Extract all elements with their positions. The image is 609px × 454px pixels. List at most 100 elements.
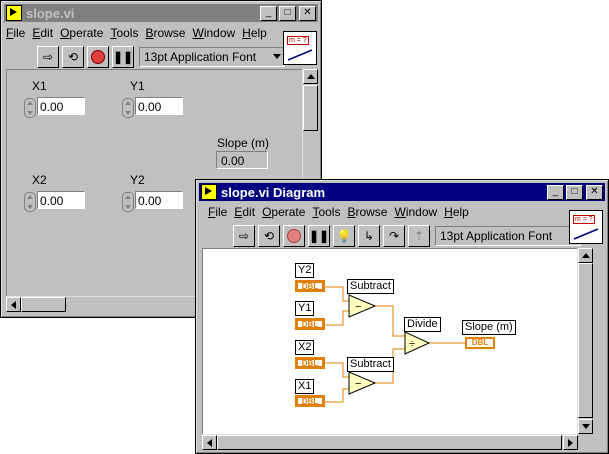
slope-terminal-label: Slope (m) (462, 320, 516, 335)
run-arrow-icon[interactable]: ⇨ (37, 46, 59, 68)
menu-tools[interactable]: Tools (312, 205, 340, 219)
diagram-toolbar: ⇨ ⟲ ❚❚ 💡 ↳ ↷ ⇡ 13pt Application Font (233, 225, 581, 247)
abort-stop-icon[interactable] (283, 225, 305, 247)
x1-input[interactable]: 0.00 (37, 97, 85, 115)
vi-icon[interactable]: m = ? (569, 210, 603, 244)
scroll-right-icon[interactable] (563, 435, 578, 450)
scroll-thumb[interactable] (217, 435, 562, 450)
divide-icon: ÷ (409, 338, 415, 350)
menu-window[interactable]: Window (394, 205, 437, 219)
y1-terminal-label: Y1 (295, 301, 315, 316)
front-panel-toolbar: ⇨ ⟲ ❚❚ 13pt Application Font (37, 46, 285, 68)
diagram-window: slope.vi Diagram _ □ ✕ File Edit Operate… (195, 179, 609, 454)
close-icon[interactable]: ✕ (586, 184, 603, 200)
font-selector[interactable]: 13pt Application Font (435, 226, 581, 246)
menu-help[interactable]: Help (242, 26, 267, 40)
vi-icon[interactable]: m = ? (283, 31, 317, 65)
scroll-thumb[interactable] (303, 85, 318, 131)
x1-terminal-label: X1 (295, 379, 315, 394)
menu-browse[interactable]: Browse (347, 205, 387, 219)
scroll-up-icon[interactable] (303, 69, 318, 84)
menu-file[interactable]: File (208, 205, 227, 219)
y2-terminal-label: Y2 (295, 263, 315, 278)
scroll-thumb[interactable] (21, 297, 66, 312)
y2-terminal[interactable]: DBL (295, 280, 325, 292)
wire-x2 (325, 362, 349, 378)
y2-input[interactable]: 0.00 (135, 191, 183, 209)
font-selector[interactable]: 13pt Application Font (139, 47, 285, 67)
subtract-node-bottom (348, 371, 377, 395)
menu-tools[interactable]: Tools (110, 26, 138, 40)
scroll-left-icon[interactable] (202, 435, 217, 450)
wire-y2 (325, 286, 349, 302)
subtract-top-label: Subtract (347, 279, 394, 294)
step-over-icon[interactable]: ↷ (383, 225, 405, 247)
slope-line-icon (287, 49, 313, 61)
step-out-icon[interactable]: ⇡ (408, 225, 430, 247)
run-continuously-icon[interactable]: ⟲ (62, 46, 84, 68)
front-panel-menubar: File Edit Operate Tools Browse Window He… (6, 24, 274, 42)
highlight-execution-icon[interactable]: 💡 (333, 225, 355, 247)
slope-terminal[interactable]: DBL (465, 337, 495, 349)
menu-help[interactable]: Help (444, 205, 469, 219)
run-continuously-icon[interactable]: ⟲ (258, 225, 280, 247)
chevron-down-icon (273, 54, 281, 59)
increment-decrement-icon[interactable] (24, 192, 36, 212)
run-arrow-icon[interactable]: ⇨ (233, 225, 255, 247)
menu-operate[interactable]: Operate (60, 26, 103, 40)
maximize-icon[interactable]: □ (279, 5, 296, 21)
x1-terminal[interactable]: DBL (295, 395, 325, 407)
diagram-canvas: − − ÷ Y2 DBL Y1 DBL X2 DBL X1 DBL Subtra… (202, 248, 578, 436)
wire-subtract-top (375, 305, 405, 337)
diagram-menubar: File Edit Operate Tools Browse Window He… (208, 203, 476, 221)
minimize-icon[interactable]: _ (547, 184, 564, 200)
wire-x1 (325, 388, 349, 403)
diagram-titlebar[interactable]: slope.vi Diagram _ □ ✕ (199, 183, 605, 201)
menu-edit[interactable]: Edit (32, 26, 53, 40)
pause-icon[interactable]: ❚❚ (112, 46, 134, 68)
menu-browse[interactable]: Browse (145, 26, 185, 40)
diagram-vertical-scrollbar[interactable] (577, 248, 593, 434)
x2-label: X2 (32, 173, 47, 187)
slope-line-icon (573, 228, 599, 240)
wire-layer: − − ÷ (325, 286, 465, 403)
scroll-left-icon[interactable] (6, 297, 21, 312)
wire-y1 (325, 310, 349, 326)
menu-edit[interactable]: Edit (234, 205, 255, 219)
minus-icon: − (355, 301, 361, 313)
y2-label: Y2 (130, 173, 145, 187)
menu-operate[interactable]: Operate (262, 205, 305, 219)
abort-stop-icon[interactable] (87, 46, 109, 68)
maximize-icon[interactable]: □ (566, 184, 583, 200)
window-title: slope.vi Diagram (221, 184, 326, 200)
scroll-thumb[interactable] (578, 263, 593, 418)
font-selector-label: 13pt Application Font (144, 50, 257, 64)
window-title: slope.vi (26, 5, 75, 21)
increment-decrement-icon[interactable] (122, 192, 134, 212)
pause-icon[interactable]: ❚❚ (308, 225, 330, 247)
menu-window[interactable]: Window (192, 26, 235, 40)
subtract-bottom-label: Subtract (347, 357, 394, 372)
x1-label: X1 (32, 79, 47, 93)
step-into-icon[interactable]: ↳ (358, 225, 380, 247)
scroll-down-icon[interactable] (578, 419, 593, 434)
minus-icon: − (355, 378, 361, 390)
y1-terminal[interactable]: DBL (295, 318, 325, 330)
slope-indicator: 0.00 (216, 151, 268, 169)
x2-terminal[interactable]: DBL (295, 357, 325, 369)
font-selector-label: 13pt Application Font (440, 229, 553, 243)
divide-label: Divide (404, 317, 441, 332)
subtract-node-top (348, 294, 377, 318)
close-icon[interactable]: ✕ (299, 5, 316, 21)
diagram-horizontal-scrollbar[interactable] (202, 434, 578, 450)
minimize-icon[interactable]: _ (260, 5, 277, 21)
x2-input[interactable]: 0.00 (37, 191, 85, 209)
menu-file[interactable]: File (6, 26, 25, 40)
slope-indicator-label: Slope (m) (217, 136, 270, 150)
labview-app-icon (201, 184, 217, 200)
y1-input[interactable]: 0.00 (135, 97, 183, 115)
scroll-up-icon[interactable] (578, 248, 593, 263)
increment-decrement-icon[interactable] (122, 98, 134, 118)
increment-decrement-icon[interactable] (24, 98, 36, 118)
front-panel-titlebar[interactable]: slope.vi _ □ ✕ (4, 4, 318, 22)
